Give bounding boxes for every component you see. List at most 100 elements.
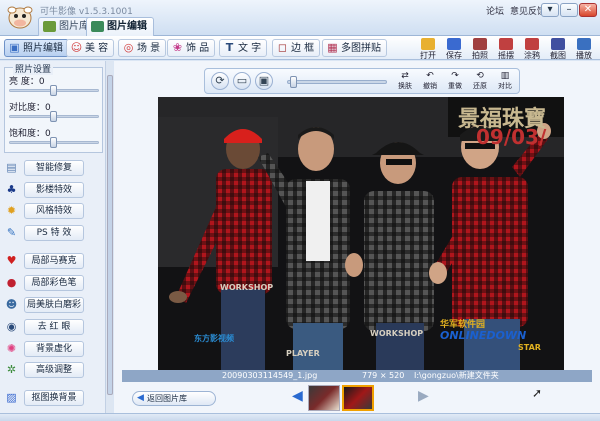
style-effect-label: 风格特效 xyxy=(24,203,84,219)
actual-size-icon[interactable]: ▣ xyxy=(255,72,273,90)
restore-button[interactable]: ⟲ 还原 xyxy=(470,71,490,91)
camera-button[interactable]: 拍照 xyxy=(468,37,492,60)
smart-repair-icon: ▤ xyxy=(6,161,17,174)
studio-effect-label: 影楼特效 xyxy=(24,182,84,198)
frame-icon: ◻ xyxy=(277,41,288,54)
skin-swap-button[interactable]: ⇄ 换肤 xyxy=(395,71,415,91)
open-button[interactable]: 打开 xyxy=(416,37,440,60)
view-controls: ⟳ ▭ ▣ ⇄ 换肤 ↶ 撤销 ↷ 重做 ⟲ 还原 ▥ 对比 xyxy=(204,68,520,94)
tool-accessory[interactable]: ❀ 饰 品 xyxy=(167,39,216,57)
saturation-slider[interactable] xyxy=(9,137,99,148)
shirt-tag-3: WORKSHOP xyxy=(370,329,424,338)
background-blur-icon: ✺ xyxy=(6,342,17,355)
open-icon xyxy=(421,38,435,50)
tab-photo-library-label: 图片库 xyxy=(59,21,89,32)
back-to-library-button[interactable]: ◀ 返回图片库 xyxy=(132,391,216,406)
cutout-button[interactable]: ▨ 抠图换背景 xyxy=(4,390,84,406)
shake-icon xyxy=(499,38,513,50)
screenshot-button[interactable]: 截图 xyxy=(546,37,570,60)
rotate-icon[interactable]: ⟳ xyxy=(211,72,229,90)
mosaic-icon: ♥ xyxy=(6,254,17,267)
color-pen-button[interactable]: ● 局部彩色笔 xyxy=(4,275,84,291)
skin-beauty-label: 局美肤白磨彩 xyxy=(24,297,84,313)
brightness-slider-thumb[interactable] xyxy=(50,85,57,96)
saturation-label: 饱和度：0 xyxy=(9,129,51,139)
watermark-star: STAR xyxy=(518,343,541,352)
compare-label: 对比 xyxy=(498,82,512,90)
advanced-adjust-label: 高级调整 xyxy=(24,362,84,378)
background-blur-button[interactable]: ✺ 背景虚化 xyxy=(4,341,84,357)
color-pen-label: 局部彩色笔 xyxy=(24,275,84,291)
watermark-right: ONLINEDOWN xyxy=(440,329,527,342)
ps-effect-button[interactable]: ✎ PS 特 效 xyxy=(4,225,84,241)
camera-label: 拍照 xyxy=(472,51,488,60)
tool-scene[interactable]: ◎ 场 景 xyxy=(118,39,167,57)
red-eye-label: 去 红 眼 xyxy=(24,319,84,335)
menu-button[interactable]: ▾ xyxy=(541,3,559,17)
play-button[interactable]: 播放 xyxy=(572,37,596,60)
left-panel-scrollbar[interactable] xyxy=(105,61,113,413)
contrast-label: 对比度：0 xyxy=(9,103,51,113)
redo-label: 重做 xyxy=(448,82,462,90)
tool-text[interactable]: T 文 字 xyxy=(219,39,268,57)
play-icon xyxy=(577,38,591,50)
contrast-slider[interactable] xyxy=(9,111,99,122)
advanced-adjust-button[interactable]: ✲ 高级调整 xyxy=(4,362,84,378)
tool-collage[interactable]: ▦ 多图拼贴 xyxy=(322,39,387,57)
compare-button[interactable]: ▥ 对比 xyxy=(495,71,515,91)
advanced-adjust-icon: ✲ xyxy=(6,363,17,376)
color-pen-icon: ● xyxy=(6,276,17,289)
fit-screen-icon[interactable]: ▭ xyxy=(233,72,251,90)
minimize-button[interactable]: – xyxy=(560,3,578,17)
tool-photo-edit[interactable]: ▣ 照片编辑 xyxy=(4,39,69,57)
skin-beauty-button[interactable]: ☻ 局美肤白磨彩 xyxy=(4,297,84,313)
photo-canvas[interactable]: 景福珠寶 09/03/ WORKSHOP PLAYER WORKSHOP 东方影… xyxy=(158,97,564,371)
title-bar: 可牛影像 v1.5.3.1001 图片库 图片编辑 论坛 意见反馈 ▾ – ✕ xyxy=(0,0,600,36)
text-icon: T xyxy=(225,41,234,54)
red-eye-button[interactable]: ◉ 去 红 眼 xyxy=(4,319,84,335)
forum-link[interactable]: 论坛 xyxy=(486,4,504,17)
thumbnail-2-selected[interactable] xyxy=(342,385,374,411)
undo-label: 撤销 xyxy=(423,82,437,90)
left-panel: 照片设置 亮 度：0 对比度：0 饱和度：0 ▤ 智能修复 ♣ 影楼特效 ✹ 风… xyxy=(0,61,113,413)
saturation-slider-thumb[interactable] xyxy=(50,137,57,148)
previous-image-icon[interactable]: ◀ xyxy=(292,388,303,404)
photo-settings-group: 照片设置 亮 度：0 对比度：0 饱和度：0 xyxy=(4,62,103,153)
image-path: I:\gongzuo\新建文件夹 xyxy=(414,371,499,380)
tool-text-label: 文 字 xyxy=(238,43,262,54)
collage-icon: ▦ xyxy=(327,41,338,54)
screenshot-label: 截图 xyxy=(550,51,566,60)
left-panel-scroll-thumb[interactable] xyxy=(107,75,113,395)
thumbnail-1[interactable] xyxy=(308,385,340,411)
smart-repair-button[interactable]: ▤ 智能修复 xyxy=(4,160,84,176)
next-image-icon[interactable]: ▶ xyxy=(418,388,429,404)
studio-effect-icon: ♣ xyxy=(6,183,17,196)
tool-frame[interactable]: ◻ 边 框 xyxy=(272,39,321,57)
photo-library-icon xyxy=(43,21,56,32)
save-button[interactable]: 保存 xyxy=(442,37,466,60)
app-title: 可牛影像 v1.5.3.1001 xyxy=(40,7,133,17)
tab-photo-edit[interactable]: 图片编辑 xyxy=(86,17,154,36)
tool-frame-label: 边 框 xyxy=(291,43,315,54)
restore-icon: ⟲ xyxy=(476,71,484,81)
brightness-slider[interactable] xyxy=(9,85,99,96)
style-effect-button[interactable]: ✹ 风格特效 xyxy=(4,203,84,219)
mouse-cursor-icon: ➚ xyxy=(532,386,543,400)
redo-button[interactable]: ↷ 重做 xyxy=(445,71,465,91)
zoom-slider[interactable] xyxy=(287,76,387,88)
save-label: 保存 xyxy=(446,51,462,60)
close-button[interactable]: ✕ xyxy=(579,3,597,17)
cow-logo-icon xyxy=(7,6,33,29)
contrast-slider-thumb[interactable] xyxy=(50,111,57,122)
undo-button[interactable]: ↶ 撤销 xyxy=(420,71,440,91)
image-dimensions: 779 × 520 xyxy=(362,371,405,380)
mosaic-button[interactable]: ♥ 局部马赛克 xyxy=(4,253,84,269)
mosaic-label: 局部马赛克 xyxy=(24,253,84,269)
zoom-slider-thumb[interactable] xyxy=(289,76,297,88)
tool-scene-label: 场 景 xyxy=(137,43,161,54)
studio-effect-button[interactable]: ♣ 影楼特效 xyxy=(4,182,84,198)
doodle-button[interactable]: 涂鸦 xyxy=(520,37,544,60)
tool-beauty[interactable]: ☺ 美 容 xyxy=(66,39,115,57)
shake-button[interactable]: 摇摆 xyxy=(494,37,518,60)
style-effect-icon: ✹ xyxy=(6,204,17,217)
